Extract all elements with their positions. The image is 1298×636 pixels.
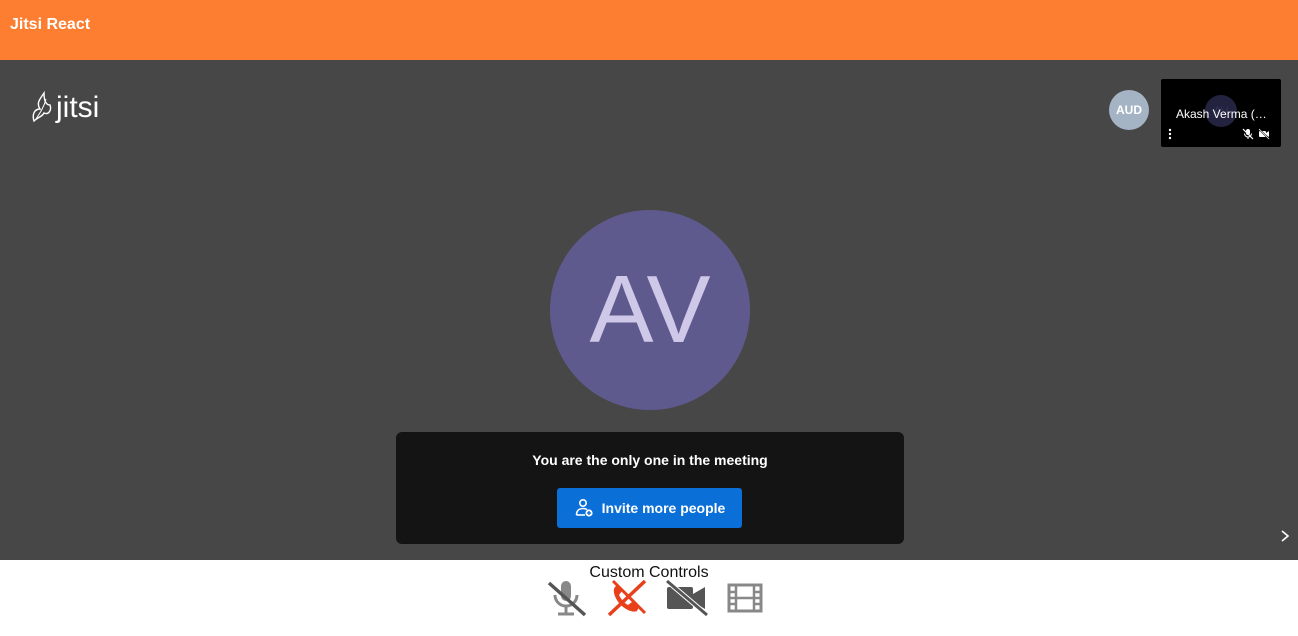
film-icon[interactable] [725, 579, 769, 617]
notice-message: You are the only one in the meeting [532, 452, 768, 468]
local-video-thumbnail[interactable]: AV Akash Verma (… [1161, 79, 1281, 147]
custom-controls-bar [545, 578, 769, 618]
phone-off-icon[interactable] [605, 579, 649, 617]
mic-muted-icon [1242, 128, 1254, 140]
meeting-stage: jitsi AUD AV Akash Verma (… AV You are t… [0, 60, 1298, 560]
thumbnail-display-name: Akash Verma (… [1176, 107, 1267, 121]
logo-wordmark: jitsi [56, 91, 100, 124]
invite-more-people-button[interactable]: Invite more people [557, 488, 742, 528]
more-options-icon[interactable] [1167, 127, 1173, 141]
invite-button-label: Invite more people [601, 500, 726, 516]
add-person-icon [575, 498, 593, 517]
video-off-icon[interactable] [665, 579, 709, 617]
main-participant-avatar: AV [550, 210, 750, 410]
alone-in-meeting-notice: You are the only one in the meeting Invi… [396, 432, 904, 544]
jitsi-leaf-icon [32, 91, 52, 123]
app-header: Jitsi React [0, 0, 1298, 60]
mic-off-icon[interactable] [545, 579, 589, 617]
app-title: Jitsi React [10, 16, 91, 33]
camera-off-icon [1258, 128, 1270, 140]
chevron-right-icon[interactable] [1278, 528, 1292, 544]
audio-participant-avatar[interactable]: AUD [1109, 90, 1149, 130]
jitsi-logo: jitsi [30, 88, 99, 128]
